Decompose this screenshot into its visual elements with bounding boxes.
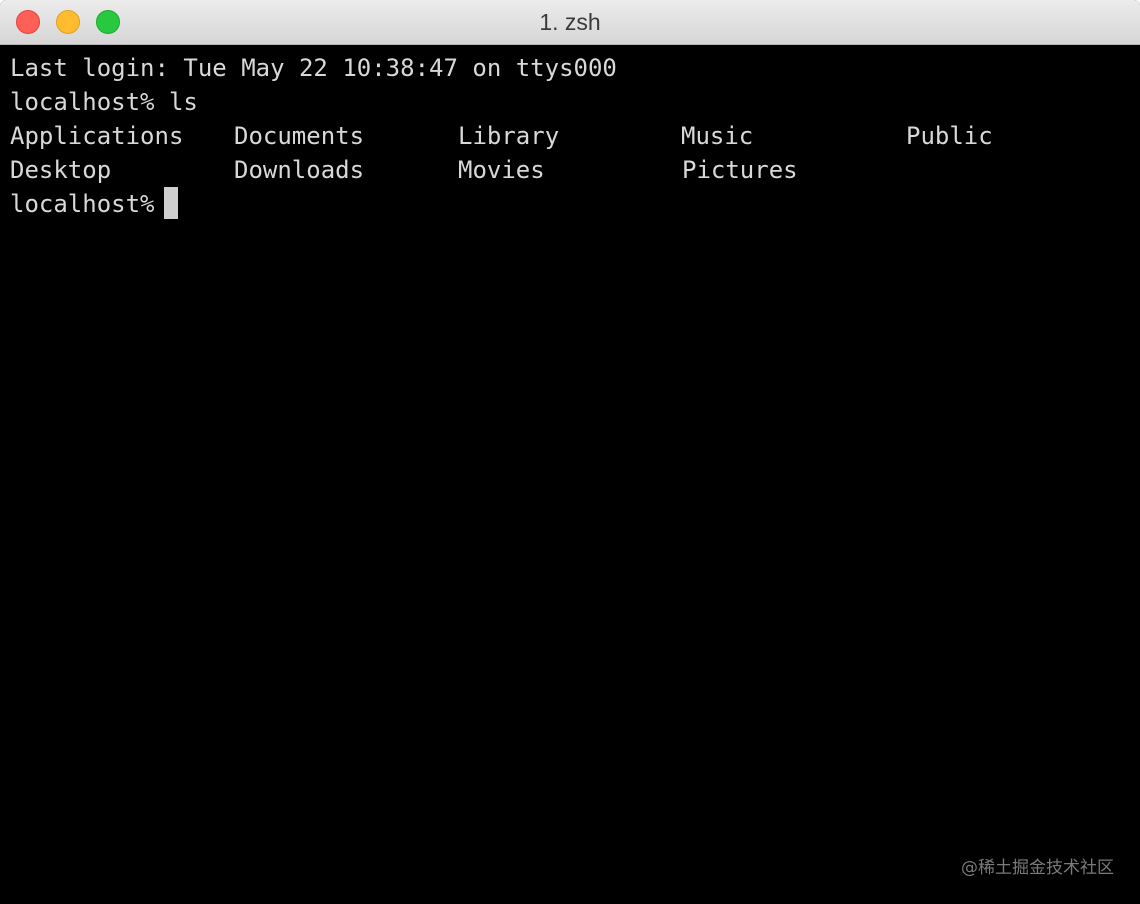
ls-entry: Desktop <box>10 156 112 184</box>
command-line: localhost% ls <box>10 88 198 116</box>
ls-entry: Downloads <box>234 156 365 184</box>
ls-entry: Movies <box>458 156 545 184</box>
ls-entry: Documents <box>234 122 365 150</box>
title-bar[interactable]: 1. zsh <box>0 0 1140 45</box>
ls-entry: Public <box>906 122 993 150</box>
watermark: @稀土掘金技术社区 <box>961 858 1114 878</box>
ls-entry: Music <box>681 122 754 150</box>
terminal-output[interactable]: Last login: Tue May 22 10:38:47 on ttys0… <box>10 51 1130 904</box>
ls-entry: Library <box>458 122 560 150</box>
ls-entry: Applications <box>10 122 184 150</box>
prompt-line: localhost% <box>10 190 169 218</box>
terminal-window: 1. zsh Last login: Tue May 22 10:38:47 o… <box>0 0 1140 904</box>
ls-entry: Pictures <box>682 156 798 184</box>
text-cursor <box>164 187 178 219</box>
window-title: 1. zsh <box>539 9 601 35</box>
last-login-line: Last login: Tue May 22 10:38:47 on ttys0… <box>10 54 617 82</box>
